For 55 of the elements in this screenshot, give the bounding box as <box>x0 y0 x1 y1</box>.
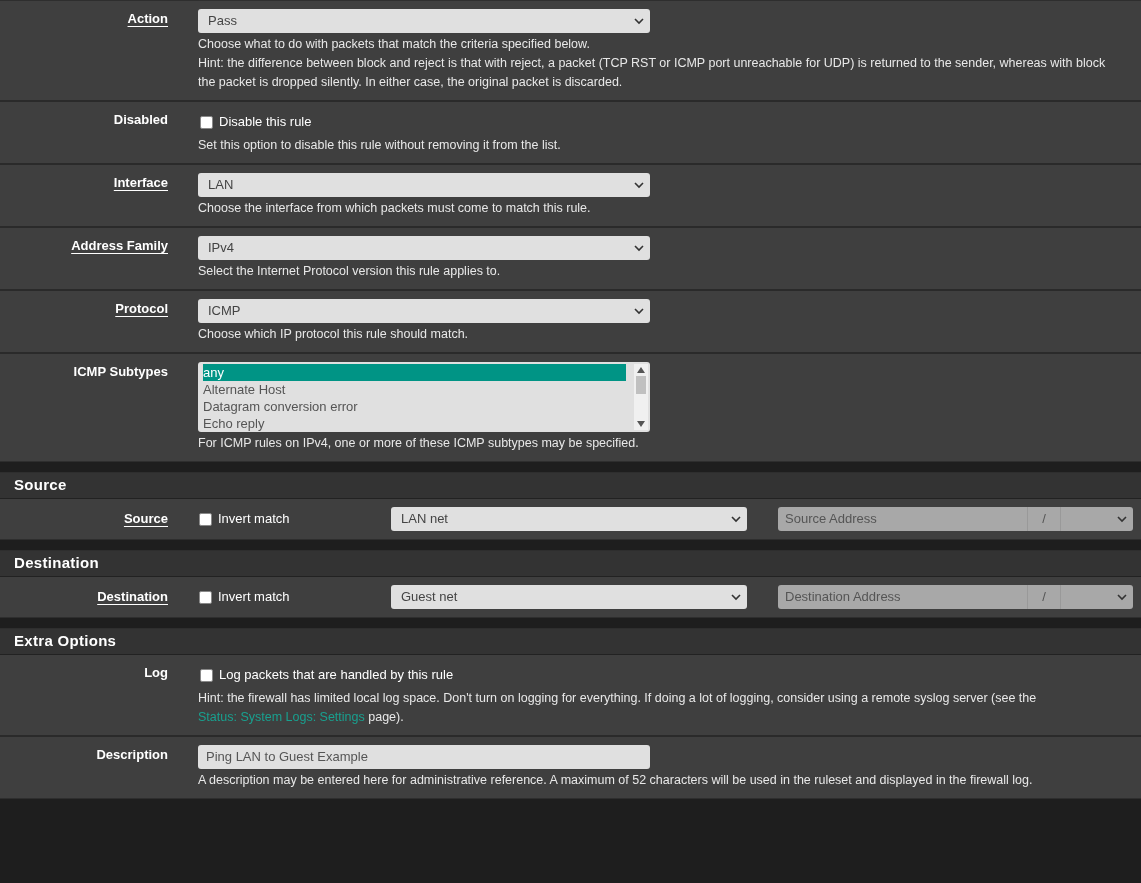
subtype-listbox[interactable]: any Alternate Host Datagram conversion error Echo reply <box>198 362 650 432</box>
help-text: Choose the interface from which packets must come to match this rule. <box>198 200 592 217</box>
separator-text: / <box>1042 589 1046 605</box>
scroll-up-icon[interactable] <box>637 367 645 373</box>
checkbox[interactable] <box>200 115 213 129</box>
help-text: For ICMP rules on IPv4, one or more of these ICMP subtypes may be specified. <box>198 435 640 452</box>
field-label: ICMP Subtypes <box>73 363 168 381</box>
dropdown[interactable]: Guest net <box>391 585 747 609</box>
checkbox-label[interactable]: Invert match <box>218 587 290 607</box>
list-option[interactable]: Echo reply <box>203 415 626 432</box>
field-label: Log <box>144 664 168 682</box>
list-option[interactable]: Alternate Host <box>203 381 626 398</box>
checkbox-label[interactable]: Invert match <box>218 509 290 529</box>
description-input[interactable]: Ping LAN to Guest Example <box>198 745 650 769</box>
field-label[interactable]: Interface <box>113 173 168 218</box>
field-label: Description <box>96 746 168 764</box>
scrollbar[interactable] <box>634 364 648 430</box>
caret-icon <box>731 593 741 601</box>
checkbox-label[interactable]: Disable this rule <box>219 112 312 132</box>
scroll-thumb[interactable] <box>636 376 646 394</box>
help-text: Hint: the firewall has limited local log space. Don't turn on logging for everything. If doing a lot of logging, consider using a remote syslog server (see the Status: System Logs: Settings page). <box>198 690 1038 726</box>
caret-icon <box>634 244 644 252</box>
field-label[interactable]: Destination <box>97 587 168 607</box>
checkbox[interactable] <box>200 668 213 682</box>
dropdown[interactable]: Pass <box>198 9 650 33</box>
dropdown[interactable]: IPv4 <box>198 236 650 260</box>
caret-icon <box>634 181 644 189</box>
dropdown[interactable]: ICMP <box>198 299 650 323</box>
caret-icon <box>1117 593 1127 601</box>
section-header: Extra Options <box>0 629 1141 655</box>
field-label: Disabled <box>113 111 168 129</box>
caret-icon <box>1117 515 1127 523</box>
help-text: Choose which IP protocol this rule should match. <box>198 326 470 343</box>
help-text: Select the Internet Protocol version this rule applies to. <box>198 263 502 280</box>
field-label[interactable]: Source <box>123 509 168 529</box>
separator-text: / <box>1042 511 1046 527</box>
caret-icon <box>731 515 741 523</box>
checkbox-label[interactable]: Log packets that are handled by this rule <box>219 665 454 685</box>
checkbox[interactable] <box>199 590 212 604</box>
field-label[interactable]: Protocol <box>115 299 168 344</box>
section-header: Source <box>0 473 1141 499</box>
scroll-down-icon[interactable] <box>637 421 645 427</box>
checkbox[interactable] <box>199 512 212 526</box>
dropdown[interactable]: LAN net <box>391 507 747 531</box>
help-text: Set this option to disable this rule without removing it from the list. <box>198 137 562 154</box>
caret-icon <box>634 17 644 25</box>
field-label[interactable]: Action <box>127 9 168 92</box>
list-option[interactable]: any <box>203 364 626 381</box>
help-text: Choose what to do with packets that match the criteria specified below. Hint: the difference between block and reject is that with reject, a packet (TCP RST or ICMP port unreachable for UDP) is returned to the sender, whereas with block the packet is dropped silently. In either case, the original packet is discarded. <box>198 36 1107 91</box>
section-header: Destination <box>0 551 1141 577</box>
list-option[interactable]: Datagram conversion error <box>203 398 626 415</box>
field-label[interactable]: Address Family <box>71 236 168 281</box>
dropdown[interactable]: LAN <box>198 173 650 197</box>
help-text: A description may be entered here for administrative reference. A maximum of 52 characters will be used in the ruleset and displayed in the firewall log. <box>198 772 1034 789</box>
caret-icon <box>634 307 644 315</box>
